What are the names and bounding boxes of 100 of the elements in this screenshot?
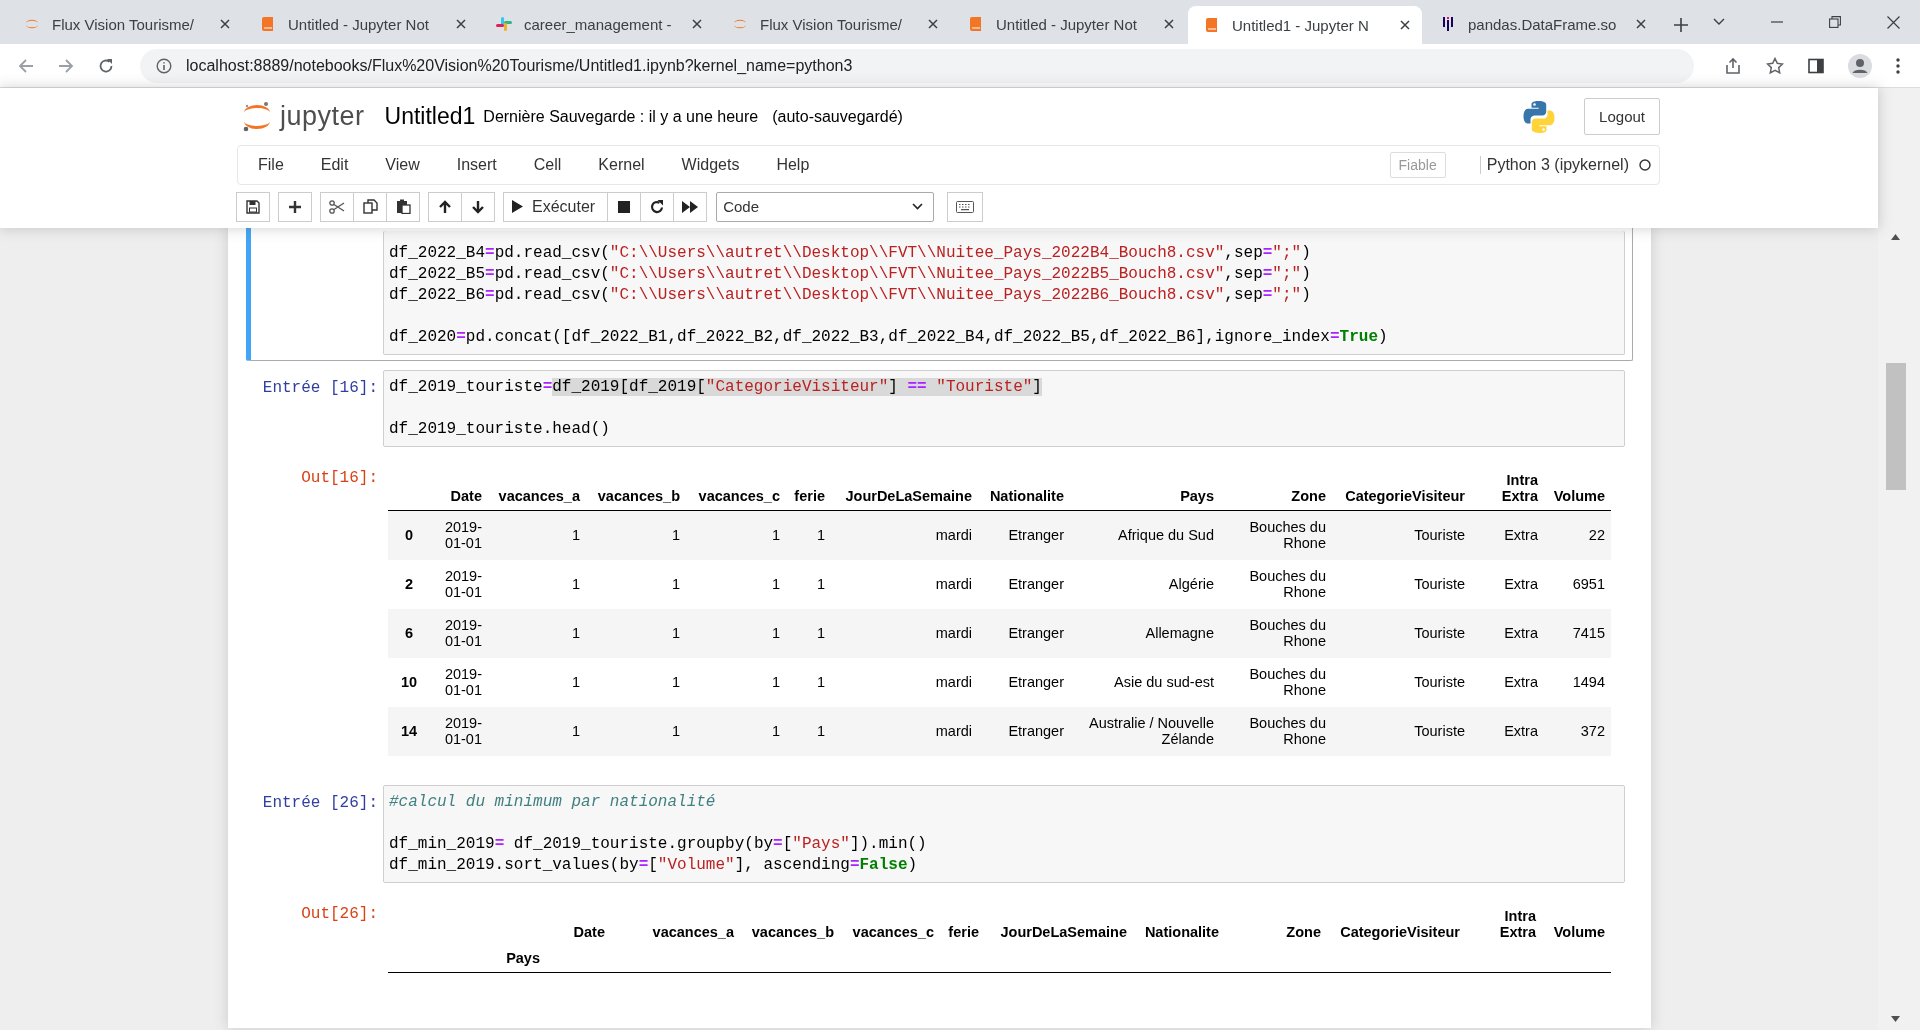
code-editor[interactable]: df_2019_touriste=df_2019[df_2019["CategorieVisiteur"] == "Touriste"] df_2019_touriste.head() — [383, 370, 1625, 447]
reload-icon[interactable] — [98, 57, 114, 74]
menu-item[interactable]: View — [371, 156, 434, 174]
save-button[interactable] — [236, 191, 270, 222]
scroll-up-icon[interactable] — [1891, 234, 1900, 240]
table-cell: mardi — [831, 559, 978, 609]
scrollbar[interactable] — [1878, 88, 1920, 1030]
close-icon[interactable] — [1887, 15, 1900, 29]
scroll-down-icon[interactable] — [1891, 1016, 1900, 1022]
move-up-button[interactable] — [428, 191, 462, 222]
restore-icon[interactable] — [1829, 16, 1841, 28]
code-cell[interactable]: Entrée [16]: df_2019_touriste=df_2019[df_2019["CategorieVisiteur"] == "Touriste"] df_2019_touriste.head() — [246, 364, 1633, 453]
column-header: JourDeLaSemaine — [999, 922, 1128, 942]
copy-icon — [362, 199, 378, 214]
new-tab-icon[interactable] — [1674, 18, 1688, 32]
column-header: Nationalite — [1143, 922, 1220, 942]
chevron-down-icon[interactable] — [1713, 18, 1725, 26]
info-icon — [156, 57, 172, 74]
menu-item[interactable]: File — [244, 156, 298, 174]
table-cell: 1 — [686, 706, 786, 756]
close-icon[interactable] — [1164, 19, 1174, 29]
logout-button[interactable]: Logout — [1584, 98, 1660, 135]
browser-tab[interactable]: Untitled - Jupyter Not — [952, 6, 1186, 42]
table-cell: 6951 — [1544, 559, 1611, 609]
share-icon[interactable] — [1724, 56, 1742, 75]
close-icon[interactable] — [928, 19, 938, 29]
column-header: Pays — [1070, 468, 1220, 511]
menu-icon[interactable] — [1896, 57, 1900, 74]
menu-item[interactable]: Kernel — [584, 156, 659, 174]
side-panel-icon[interactable] — [1808, 57, 1824, 74]
code-line: df_min_2019= df_2019_touriste.groupby(by=["Pays"]).min() — [389, 833, 928, 855]
browser-tab[interactable]: Flux Vision Tourisme/ — [716, 6, 950, 42]
column-header: vacances_b — [750, 922, 835, 942]
book-icon — [968, 16, 984, 32]
restart-button[interactable] — [640, 191, 675, 222]
code-cell[interactable] — [246, 228, 1633, 361]
add-cell-button[interactable] — [278, 191, 312, 222]
table-cell: Extra — [1471, 510, 1544, 560]
scroll-thumb[interactable] — [1886, 363, 1906, 490]
notebook-title[interactable]: Untitled1 — [384, 103, 476, 130]
paste-icon — [395, 199, 411, 214]
table-cell: 1 — [586, 510, 686, 560]
code-editor[interactable]: #calcul du minimum par nationalité df_min_2019= df_2019_touriste.groupby(by=["Pays"]).min() df_min_2019.sort_values(by=["Volume"], ascending=False) — [383, 784, 1625, 883]
play-icon — [512, 200, 523, 213]
move-down-button[interactable] — [461, 191, 495, 222]
fast-forward-button[interactable] — [673, 191, 708, 222]
menu-item[interactable]: Cell — [519, 156, 576, 174]
table-cell: Asie du sud-est — [1070, 657, 1220, 707]
star-icon[interactable] — [1766, 56, 1784, 75]
table-cell: mardi — [831, 706, 978, 756]
column-header: CategorieVisiteur — [1339, 922, 1461, 942]
table-cell: 1 — [488, 706, 586, 756]
address-field[interactable]: localhost:8889/notebooks/Flux%20Vision%20Tourisme/Untitled1.ipynb?kernel_name=python3 — [140, 48, 1694, 83]
table-cell: 1 — [488, 510, 586, 560]
checkpoint-status: Dernière Sauvegarde : il y a une heure — [483, 107, 759, 126]
column-header: Zone — [1220, 468, 1332, 511]
copy-button[interactable] — [353, 191, 387, 222]
table-cell: Algérie — [1070, 559, 1220, 609]
code-cell[interactable]: Entrée [26]: #calcul du minimum par nationalité df_min_2019= df_2019_touriste.groupby(by=["Pays"]).min() df_min_2019.sort_values(by=["Volume"], ascending=False) — [246, 778, 1633, 889]
close-icon[interactable] — [692, 19, 702, 29]
table-cell: Extra — [1471, 657, 1544, 707]
browser-tab[interactable]: Untitled - Jupyter Not — [244, 6, 478, 42]
menu-item[interactable]: Help — [762, 156, 824, 174]
close-icon[interactable] — [1636, 19, 1646, 29]
browser-tab[interactable]: pandas.DataFrame.so — [1424, 6, 1658, 42]
browser-tab[interactable]: career_management - — [480, 6, 714, 42]
menu-item[interactable]: Widgets — [667, 156, 754, 174]
profile-icon[interactable] — [1848, 53, 1872, 78]
menu-item[interactable]: Insert — [442, 156, 511, 174]
stop-icon — [618, 200, 631, 213]
cut-button[interactable] — [320, 191, 354, 222]
code-line: df_2022_B6=pd.read_csv("C:\\Users\\autret\\Desktop\\FVT\\Nuitee_Pays_2022B6_Bouch8.csv",sep=";") — [389, 285, 1312, 306]
jupyter-logo-icon[interactable] — [242, 100, 272, 133]
table-cell: Bouches du Rhone — [1220, 657, 1332, 707]
close-icon[interactable] — [220, 19, 230, 29]
column-header: Volume — [1544, 468, 1611, 511]
table-cell: 2019-01-01 — [430, 706, 488, 756]
back-icon[interactable] — [18, 57, 34, 74]
forward-icon[interactable] — [58, 57, 74, 74]
menu-item[interactable]: Edit — [306, 156, 363, 174]
close-icon[interactable] — [456, 19, 466, 29]
paste-button[interactable] — [386, 191, 420, 222]
table-cell: Etranger — [978, 510, 1070, 560]
code-line: df_2022_B4=pd.read_csv("C:\\Users\\autret\\Desktop\\FVT\\Nuitee_Pays_2022B4_Bouch8.csv",sep=";") — [389, 243, 1312, 264]
caret-icon — [912, 203, 924, 210]
bars-icon — [1440, 16, 1456, 32]
browser-tab[interactable]: Flux Vision Tourisme/ — [8, 6, 242, 42]
run-button[interactable]: Exécuter — [503, 191, 609, 222]
kernel-name[interactable]: Python 3 (ipykernel) — [1479, 156, 1629, 174]
stop-button[interactable] — [607, 191, 642, 222]
restart-icon — [650, 199, 665, 214]
table-cell: 1 — [586, 608, 686, 658]
browser-tab[interactable]: Untitled1 - Jupyter N — [1188, 6, 1422, 44]
keyboard-button[interactable] — [947, 191, 984, 222]
cell-type-dropdown[interactable]: Code — [716, 191, 935, 222]
code-editor[interactable] — [383, 231, 1625, 355]
close-icon[interactable] — [1400, 20, 1410, 30]
table-cell: Extra — [1471, 706, 1544, 756]
row-index: 14 — [388, 706, 430, 756]
fast-forward-icon — [682, 200, 699, 213]
